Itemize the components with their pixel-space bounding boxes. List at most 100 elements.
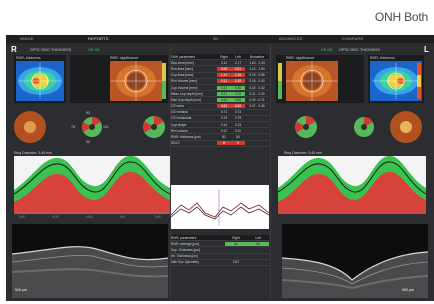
row-label: Rim volume — [171, 128, 188, 133]
row-label: DDLS — [171, 141, 180, 146]
right-eye-toggle[interactable]: OD OS — [88, 48, 99, 52]
tab-compare[interactable]: COMPARE — [342, 36, 363, 41]
left-oct-bscan[interactable]: 500 µm — [282, 224, 428, 298]
rnfl-row-right: 81 — [225, 241, 247, 246]
row-right-value: 0.27 — [217, 91, 231, 96]
row-left-value: 0.58 — [231, 104, 245, 109]
left-thickness-map[interactable] — [368, 55, 424, 103]
rnfl-header-right: Right — [232, 235, 240, 240]
row-left-value: 2.17 — [234, 60, 242, 65]
right-axis-inf: INF — [120, 215, 126, 219]
left-ring-diameter: Ring Diameter: 3.45 mm — [284, 151, 322, 155]
row-left-value: 0.78 — [234, 116, 242, 121]
row-right-value: 81 — [222, 135, 226, 140]
tab-bar: IMAGE REPORTS 3D ADVANCED COMPARE — [6, 35, 434, 43]
rnfl-row-right: 0.87 — [232, 260, 240, 265]
row-right-value: 0.99 — [217, 66, 231, 71]
header-left: Left — [235, 54, 241, 59]
header-norm: Normative — [249, 54, 265, 59]
row-right-value: 0.12 — [217, 79, 231, 84]
left-tsnit-chart — [277, 155, 427, 214]
left-eye-toggle[interactable]: OD OS — [321, 48, 332, 52]
right-oct-bscan[interactable]: 500 µm — [12, 224, 168, 298]
row-normative: 1.63 - 2.43 — [249, 60, 265, 65]
left-oct-image — [282, 224, 428, 298]
table-row: Inter Eye Symmetry 0.87 — [171, 260, 269, 266]
row-left-value: 0.66 — [231, 97, 245, 102]
row-right-value: 2.11 — [221, 60, 227, 65]
left-tsnit-plot — [277, 155, 427, 214]
rnfl-row-label: RNFL average [µm] — [171, 241, 199, 246]
table-row: DDLS 8 9 — [171, 141, 269, 147]
right-axis-tmp2: TMP — [154, 215, 162, 219]
row-label: Rim Area [mm²] — [171, 66, 194, 71]
tab-advanced[interactable]: ADVANCED — [279, 36, 303, 41]
row-left-value: 0.15 — [234, 122, 242, 127]
row-label: Disc Area [mm²] — [171, 60, 194, 65]
tab-reports[interactable]: REPORTS — [88, 36, 109, 41]
left-sector-row — [295, 111, 422, 143]
row-left-value: 9 — [231, 141, 245, 146]
left-eye-label: L — [424, 45, 429, 54]
right-tsnit-plot — [13, 155, 171, 214]
row-left-value: 1.26 — [231, 73, 245, 78]
header-label: ONH parameters — [171, 54, 196, 59]
row-right-value: 1.12 — [217, 73, 231, 78]
row-label: C/D area — [171, 104, 184, 109]
row-label: RNFL thickness [µm] — [171, 135, 201, 140]
rnfl-row-label: Inter Eye Symmetry — [171, 260, 199, 265]
row-left-value: 0.10 — [231, 79, 245, 84]
right-tsnit-chart — [13, 155, 171, 214]
oct-analysis-window: IMAGE REPORTS 3D ADVANCED COMPARE R L OP… — [6, 35, 434, 301]
rnfl-header-left: Left — [255, 235, 261, 240]
row-label: Cup shape — [171, 122, 187, 127]
right-quadrant-tmp: 78 — [71, 125, 75, 129]
right-thickness-map[interactable] — [14, 55, 66, 103]
right-significance-map[interactable] — [70, 55, 168, 103]
row-right-value: 0.53 — [217, 104, 231, 109]
left-clock-chart — [354, 116, 374, 137]
right-layer-select[interactable]: OPTIC DISC THICKNESS — [30, 48, 71, 52]
row-label: Mean Cup depth [mm] — [171, 91, 203, 96]
row-label: Cup Area [mm²] — [171, 73, 194, 78]
row-normative: 0.07 - 0.45 — [249, 104, 265, 109]
left-quadrant-chart — [295, 116, 317, 138]
left-significance-map[interactable] — [276, 55, 364, 103]
row-normative: 0.11 - 0.33 — [249, 91, 265, 96]
right-quadrant-inf: 50 — [86, 140, 90, 144]
right-quadrant-chart — [81, 116, 102, 137]
row-normative: 0.16 - 0.40 — [249, 79, 265, 84]
right-rnfl-significance-panel: RNFL significance — [70, 55, 168, 103]
right-axis-sup: SUP — [52, 215, 60, 219]
compare-tsnit-plot — [170, 189, 270, 225]
right-quadrant-nas: 101 — [103, 125, 109, 129]
row-left-value: 0.91 — [231, 66, 245, 71]
row-left-value: 84 — [236, 135, 240, 140]
row-label: Cup Volume [mm³] — [171, 85, 198, 90]
row-right-value: 0.12 — [220, 128, 228, 133]
right-oct-image — [12, 224, 168, 298]
rnfl-parameters-table: RNFL parameters Right Left RNFL average … — [171, 235, 269, 266]
row-normative: 0.29 - 0.71 — [249, 97, 265, 102]
left-oct-scale: 500 µm — [402, 288, 414, 292]
right-axis-tmp: TMP — [18, 215, 26, 219]
row-label: C/D vertical — [171, 110, 188, 115]
row-right-value: 0.76 — [220, 116, 228, 121]
header-right: Right — [220, 54, 228, 59]
row-right-value: 0.71 — [220, 110, 228, 115]
right-sector-row — [14, 111, 165, 143]
divider-right — [270, 45, 271, 300]
rnfl-row-label: Inf. Thickness [µm] — [171, 254, 198, 259]
row-label: Rim Volume [mm³] — [171, 79, 198, 84]
row-left-value: 0.74 — [234, 110, 242, 115]
tab-3d[interactable]: 3D — [213, 36, 219, 41]
tab-image[interactable]: IMAGE — [20, 36, 34, 41]
right-oct-scale: 500 µm — [15, 288, 27, 292]
rnfl-row-label: Sup. Thickness [µm] — [171, 247, 200, 252]
right-ring-diameter: Ring Diameter: 3.45 mm — [14, 151, 52, 155]
row-normative: 0.02 - 0.32 — [249, 85, 265, 90]
left-layer-select[interactable]: OPTIC DISC THICKNESS — [339, 48, 380, 52]
right-clock-chart — [143, 116, 165, 138]
right-quadrant-sup: 93 — [86, 111, 90, 115]
compare-tsnit-chart — [170, 185, 270, 229]
